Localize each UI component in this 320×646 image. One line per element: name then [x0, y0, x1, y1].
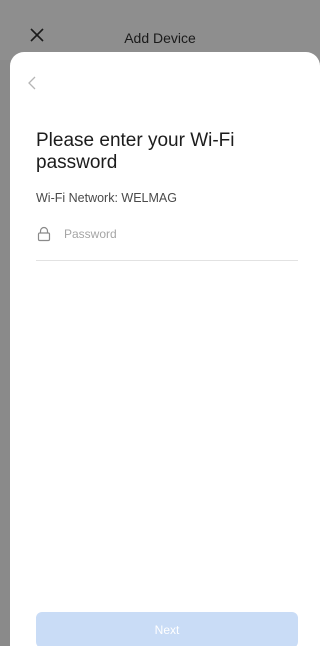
- back-button[interactable]: [24, 74, 42, 92]
- next-button[interactable]: Next: [36, 612, 298, 646]
- wifi-network-label: Wi-Fi Network: WELMAG: [36, 191, 177, 205]
- password-field[interactable]: [36, 222, 298, 261]
- lock-icon: [37, 226, 51, 242]
- top-bar: Add Device: [0, 0, 320, 60]
- chevron-left-icon: [28, 76, 36, 90]
- sheet-heading: Please enter your Wi-Fi password: [36, 130, 235, 173]
- page-title: Add Device: [124, 30, 196, 46]
- wifi-password-sheet: Please enter your Wi-Fi password Wi-Fi N…: [10, 52, 320, 646]
- password-input[interactable]: [64, 224, 284, 244]
